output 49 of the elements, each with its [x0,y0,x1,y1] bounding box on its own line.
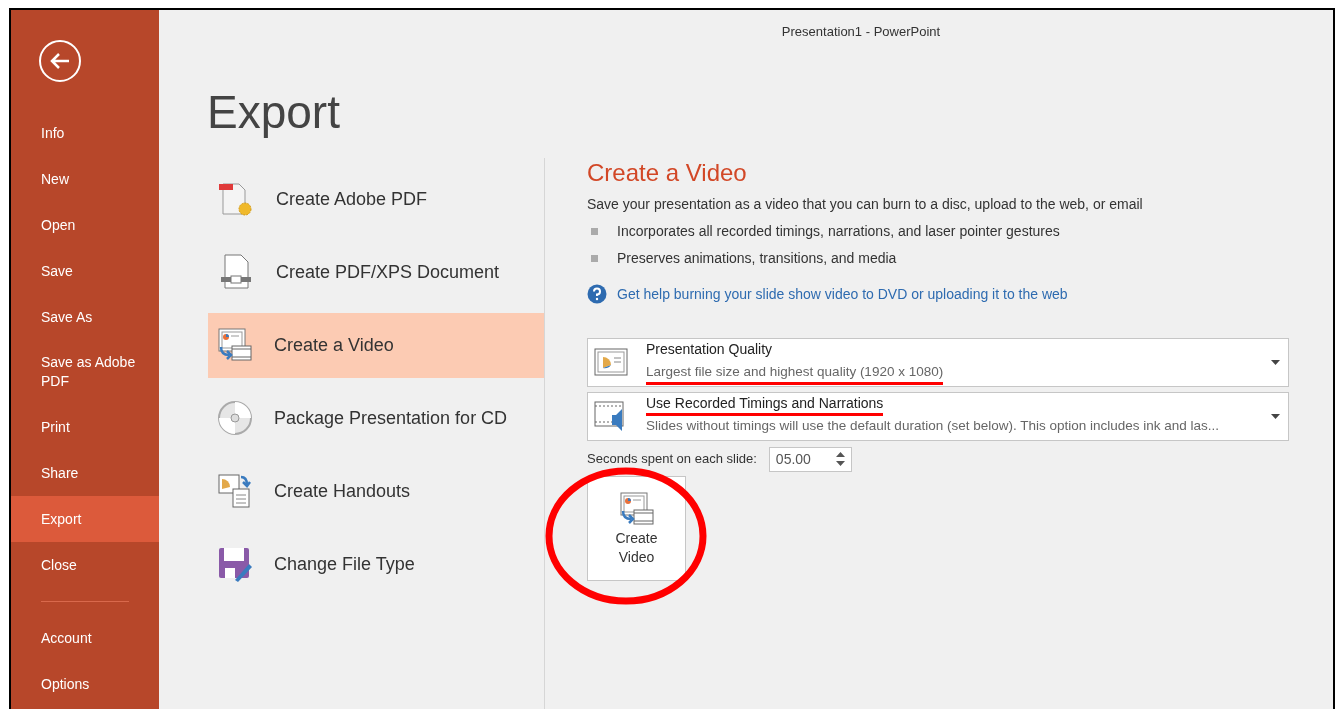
sidebar-item[interactable]: Export [11,496,159,542]
save-disk-icon [217,546,253,582]
sidebar-item[interactable]: Close [11,542,159,588]
sidebar-item[interactable]: Share [11,450,159,496]
video-icon [618,490,655,527]
dropdown-title: Use Recorded Timings and Narrations [646,393,884,416]
export-option[interactable]: Create Handouts [208,458,544,524]
page-title: Export [207,84,341,140]
sidebar-item[interactable]: Open [11,202,159,248]
slide-icon [594,348,628,376]
seconds-label: Seconds spent on each slide: [587,450,757,469]
description-text: Save your presentation as a video that you can burn to a disc, upload to the web, or email [587,194,1144,214]
dropdown-subtitle: Slides without timings will use the default duration (set below). This option includes ink and las... [646,417,1220,435]
settings-dropdown[interactable]: Presentation Quality Largest file size and highest quality (1920 x 1080) [587,337,1289,387]
seconds-spinner[interactable]: 05.00 [768,446,852,472]
help-icon [587,284,607,304]
export-option[interactable]: Package Presentation for CD [208,385,544,451]
help-link[interactable]: Get help burning your slide show video to DVD or uploading it to the web [617,283,1068,305]
dropdown-subtitle: Largest file size and highest quality (1920 x 1080) [646,362,944,385]
export-option[interactable]: Create PDF/XPS Document [208,239,544,305]
export-option[interactable]: Create Adobe PDF [208,166,544,232]
sidebar-item[interactable]: Info [11,110,159,156]
sidebar-item[interactable]: New [11,156,159,202]
video-icon [217,327,253,363]
window-title: Presentation1 - PowerPoint [781,23,941,41]
bullet-text: Preserves animations, transitions, and media [617,248,897,268]
bullet-icon [591,227,598,235]
back-arrow-icon [49,52,71,70]
sidebar-item[interactable]: Save As [11,294,159,340]
sidebar-item[interactable]: Save [11,248,159,294]
back-button[interactable] [39,40,81,82]
bullet-icon [591,254,598,262]
dropdown-title: Presentation Quality [646,340,773,359]
section-heading: Create a Video [587,157,748,188]
sidebar-item[interactable]: Save as Adobe PDF [11,340,159,404]
export-option[interactable]: Create a Video [208,312,544,378]
create-video-button[interactable]: Create Video [587,475,686,581]
disc-icon [217,400,253,436]
handout-icon [217,473,253,509]
spinner-arrows-icon [835,451,845,467]
dropdown-arrow-icon [1271,359,1280,365]
dropdown-arrow-icon [1271,413,1280,419]
sidebar-item[interactable]: Options [11,661,159,707]
bullet-text: Incorporates all recorded timings, narrations, and laser pointer gestures [617,221,1060,241]
pdf-document-icon [217,180,255,218]
settings-dropdown[interactable]: Use Recorded Timings and Narrations Slides without timings will use the default duration (set below). This option includes ink and las... [587,391,1289,441]
sidebar-item[interactable]: Account [11,615,159,661]
export-option[interactable]: Change File Type [208,531,544,597]
sidebar-item[interactable]: Print [11,404,159,450]
